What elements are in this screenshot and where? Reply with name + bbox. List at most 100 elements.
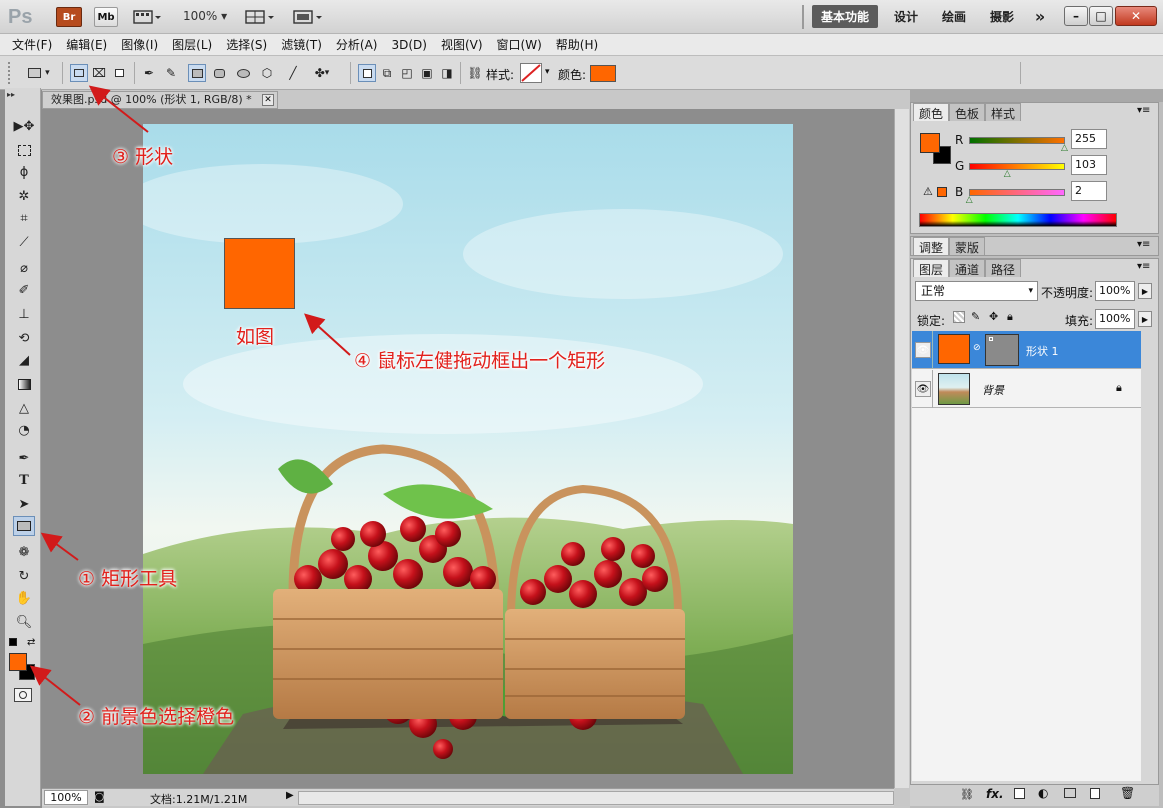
panel-menu-icon[interactable]: ▾≡ — [1137, 261, 1150, 272]
new-shape-layer-button[interactable] — [358, 64, 376, 82]
gradient-tool[interactable] — [13, 374, 35, 394]
status-menu-arrow[interactable]: ▶ — [286, 790, 294, 801]
lasso-tool[interactable]: ϕ — [13, 162, 35, 182]
menu-filter[interactable]: 滤镜(T) — [281, 36, 322, 53]
more-workspaces-button[interactable]: » — [1028, 5, 1052, 28]
3d-rotate-tool[interactable]: ❁ — [13, 542, 35, 562]
add-mask-icon[interactable] — [1014, 788, 1025, 799]
brush-tool[interactable]: ✐ — [13, 280, 35, 300]
b-value-input[interactable]: 2 — [1071, 181, 1107, 201]
g-slider-thumb[interactable]: △ — [1004, 169, 1011, 179]
menu-view[interactable]: 视图(V) — [441, 36, 483, 53]
tab-paths[interactable]: 路径 — [985, 259, 1022, 277]
blur-tool[interactable]: △ — [13, 398, 35, 418]
layer-name-background[interactable]: 背景 — [982, 382, 1004, 398]
menu-help[interactable]: 帮助(H) — [556, 36, 598, 53]
layer-name-shape-1[interactable]: 形状 1 — [1026, 343, 1059, 359]
maximize-button[interactable]: □ — [1089, 6, 1113, 26]
tab-color[interactable]: 颜色 — [913, 103, 950, 121]
marquee-tool[interactable] — [13, 140, 35, 160]
bridge-button[interactable]: Br — [56, 7, 82, 27]
gamut-color-swatch[interactable] — [937, 187, 947, 197]
out-of-gamut-warning-icon[interactable]: ⚠ — [923, 185, 933, 198]
mini-bridge-button[interactable]: Mb — [94, 7, 118, 27]
horizontal-scrollbar[interactable] — [298, 791, 894, 805]
foreground-swatch[interactable] — [920, 133, 940, 153]
zoom-tool[interactable]: 🔍︎ — [13, 612, 35, 632]
adjustment-layer-icon[interactable]: ◐ — [1038, 786, 1048, 800]
pen-tool-option[interactable]: ✒ — [140, 64, 158, 82]
workspace-essentials[interactable]: 基本功能 — [812, 5, 878, 28]
r-slider[interactable] — [969, 137, 1065, 144]
close-button[interactable]: ✕ — [1115, 6, 1157, 26]
menu-select[interactable]: 选择(S) — [226, 36, 267, 53]
zoom-level-dropdown[interactable]: 100% ▾ — [183, 9, 227, 23]
arrange-documents-button[interactable] — [244, 9, 276, 25]
tab-swatches[interactable]: 色板 — [949, 103, 986, 121]
hand-tool[interactable]: ✋ — [13, 588, 35, 608]
pen-tool[interactable]: ✒ — [13, 448, 35, 468]
3d-orbit-tool[interactable]: ↻ — [13, 566, 35, 586]
trash-icon[interactable]: 🗑︎ — [1120, 786, 1135, 800]
subtract-shape-button[interactable]: ◰ — [398, 64, 416, 82]
rounded-rectangle-option[interactable] — [210, 64, 228, 82]
tab-styles[interactable]: 样式 — [985, 103, 1022, 121]
link-layers-icon[interactable]: ⛓ — [960, 788, 974, 801]
tab-adjustments[interactable]: 调整 — [913, 237, 950, 255]
eyedropper-tool[interactable]: ⟋ — [13, 232, 35, 252]
tab-masks[interactable]: 蒙版 — [949, 237, 986, 255]
line-option[interactable]: ╱ — [284, 64, 302, 82]
chevron-down-icon[interactable]: ▾ — [545, 67, 550, 77]
view-extras-button[interactable] — [132, 9, 162, 25]
menu-edit[interactable]: 编辑(E) — [66, 36, 107, 53]
menu-3d[interactable]: 3D(D) — [391, 38, 426, 52]
layer-row-background[interactable]: 👁︎ 背景 🔒︎ — [912, 370, 1141, 408]
r-value-input[interactable]: 255 — [1071, 129, 1107, 149]
g-slider[interactable] — [969, 163, 1065, 170]
menu-layer[interactable]: 图层(L) — [172, 36, 212, 53]
workspace-painting[interactable]: 绘画 — [934, 5, 974, 28]
panel-menu-icon[interactable]: ▾≡ — [1137, 105, 1150, 116]
tool-preset-picker[interactable]: ▾ — [22, 64, 56, 82]
menu-analysis[interactable]: 分析(A) — [336, 36, 378, 53]
ellipse-option[interactable] — [234, 64, 252, 82]
history-brush-tool[interactable]: ⟲ — [13, 328, 35, 348]
default-colors-icon[interactable] — [9, 638, 17, 646]
r-slider-thumb[interactable]: △ — [1061, 143, 1068, 153]
close-document-icon[interactable]: ✕ — [262, 94, 274, 106]
fill-slider-button[interactable]: ▶ — [1138, 311, 1152, 327]
b-slider[interactable] — [969, 189, 1065, 196]
intersect-shape-button[interactable]: ▣ — [418, 64, 436, 82]
link-layer-button[interactable]: ⛓ — [466, 64, 484, 82]
screen-mode-button[interactable] — [292, 9, 324, 25]
lock-position-icon[interactable]: ✥ — [989, 310, 998, 323]
opacity-input[interactable]: 100% — [1095, 281, 1135, 301]
add-to-shape-button[interactable]: ⧉ — [378, 64, 396, 82]
workspace-design[interactable]: 设计 — [886, 5, 926, 28]
custom-shape-option[interactable]: ✤ ▾ — [306, 64, 338, 82]
menu-file[interactable]: 文件(F) — [12, 36, 52, 53]
g-value-input[interactable]: 103 — [1071, 155, 1107, 175]
b-slider-thumb[interactable]: △ — [966, 195, 973, 205]
quick-selection-tool[interactable]: ✲ — [13, 186, 35, 206]
swap-colors-icon[interactable]: ⇄ — [27, 637, 35, 648]
vertical-scrollbar[interactable] — [894, 109, 909, 788]
paths-mode-button[interactable]: ⌧ — [90, 64, 108, 82]
new-layer-icon[interactable] — [1090, 788, 1100, 799]
healing-brush-tool[interactable]: ⌀ — [13, 258, 35, 278]
style-picker[interactable] — [520, 63, 542, 83]
move-tool[interactable]: ▶✥ — [13, 116, 35, 136]
tab-channels[interactable]: 通道 — [949, 259, 986, 277]
eye-icon[interactable]: 👁︎ — [915, 381, 931, 397]
eraser-tool[interactable]: ◢ — [13, 350, 35, 370]
document-tab[interactable]: 效果图.psd @ 100% (形状 1, RGB/8) * — [42, 91, 278, 109]
exclude-shape-button[interactable]: ◨ — [438, 64, 456, 82]
lock-all-icon[interactable]: 🔒︎ — [1007, 310, 1013, 324]
shape-layers-mode-button[interactable] — [70, 64, 88, 82]
status-icon[interactable]: ◙ — [94, 790, 105, 803]
opacity-slider-button[interactable]: ▶ — [1138, 283, 1152, 299]
rectangle-shape-option[interactable] — [188, 64, 206, 82]
eye-icon[interactable]: 👁︎ — [915, 342, 931, 358]
workspace-photography[interactable]: 摄影 — [982, 5, 1022, 28]
dodge-tool[interactable]: ◔ — [13, 420, 35, 440]
